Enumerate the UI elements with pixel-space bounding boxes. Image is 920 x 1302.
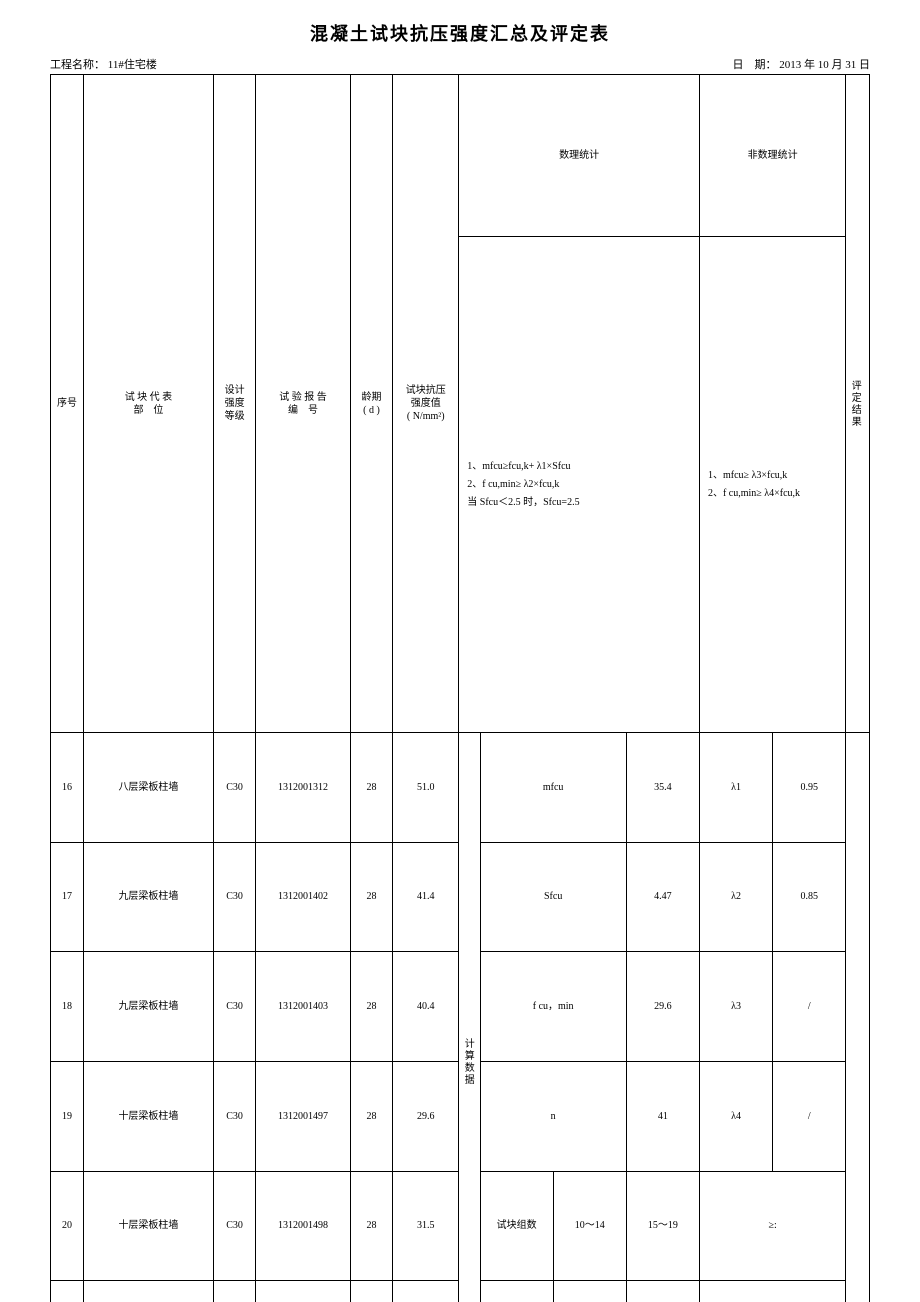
l1-v2: 1.05 — [626, 1281, 699, 1302]
h-seq: 序号 — [51, 75, 84, 733]
cell-report: 1312001312 — [256, 733, 350, 843]
nm-l4-v: / — [773, 1061, 846, 1171]
header-row-1: 序号 试 块 代 表 部 位 设计 强度 等级 试 验 报 告 编 号 龄期 (… — [51, 75, 870, 237]
nm-l1-v: 0.95 — [773, 733, 846, 843]
h-age: 龄期 ( d ) — [350, 75, 392, 733]
nm-l3-l: λ3 — [699, 952, 772, 1062]
mfcu-l: mfcu — [480, 733, 626, 843]
h-grade: 设计 强度 等级 — [213, 75, 255, 733]
project-label: 工程名称： — [50, 59, 105, 71]
group-v2: 15～19 — [626, 1171, 699, 1281]
nm-l3-v: / — [773, 952, 846, 1062]
h-strength: 试块抗压 强度值 ( N/mm²) — [393, 75, 459, 733]
l1-v1: 1.15 — [553, 1281, 626, 1302]
nm-l2-v: 0.85 — [773, 842, 846, 952]
doc-title: 混凝土试块抗压强度汇总及评定表 — [50, 20, 870, 46]
formula-nonmath: 1、mfcu≥ λ3×fcu,k 2、f cu,min≥ λ4×fcu,k — [699, 237, 845, 733]
group-v1: 10～14 — [553, 1171, 626, 1281]
h-result: 评定结果 — [846, 75, 870, 733]
h-report: 试 验 报 告 编 号 — [256, 75, 350, 733]
fcumin-l: f cu，min — [480, 952, 626, 1062]
mfcu-v: 35.4 — [626, 733, 699, 843]
date-label: 日 期： — [733, 59, 777, 71]
nm-l1-l: λ1 — [699, 733, 772, 843]
cell-part: 八层梁板柱墙 — [84, 733, 214, 843]
sfcu-l: Sfcu — [480, 842, 626, 952]
result-cell: 该批混凝土评定合格 — [846, 733, 870, 1302]
date-value: 2013 年 10 月 31 日 — [779, 59, 870, 71]
main-table: 序号 试 块 代 表 部 位 设计 强度 等级 试 验 报 告 编 号 龄期 (… — [50, 74, 870, 1302]
n-v: 41 — [626, 1061, 699, 1171]
formula-math: 1、mfcu≥fcu,k+ λ1×Sfcu 2、f cu,min≥ λ2×fcu… — [459, 237, 700, 733]
table-row: 16 八层梁板柱墙 C30 1312001312 28 51.0 计算数据 mf… — [51, 733, 870, 843]
h-nonmath: 非数理统计 — [699, 75, 845, 237]
l1-v3: 0.95 — [699, 1281, 845, 1302]
h-part: 试 块 代 表 部 位 — [84, 75, 214, 733]
cell-age: 28 — [350, 733, 392, 843]
nm-l2-l: λ2 — [699, 842, 772, 952]
h-math: 数理统计 — [459, 75, 700, 237]
group-l: 试块组数 — [480, 1171, 553, 1281]
cell-strength: 51.0 — [393, 733, 459, 843]
n-l: n — [480, 1061, 626, 1171]
header-row: 工程名称： 11#住宅楼 日 期： 2013 年 10 月 31 日 — [50, 56, 870, 72]
sfcu-v: 4.47 — [626, 842, 699, 952]
nm-l4-l: λ4 — [699, 1061, 772, 1171]
fcumin-v: 29.6 — [626, 952, 699, 1062]
calc-data-label: 计算数据 — [459, 733, 480, 1302]
cell-seq: 16 — [51, 733, 84, 843]
group-v3: ≥: — [699, 1171, 845, 1281]
l1-l: λ1 — [480, 1281, 553, 1302]
project-name: 11#住宅楼 — [108, 59, 157, 71]
cell-grade: C30 — [213, 733, 255, 843]
